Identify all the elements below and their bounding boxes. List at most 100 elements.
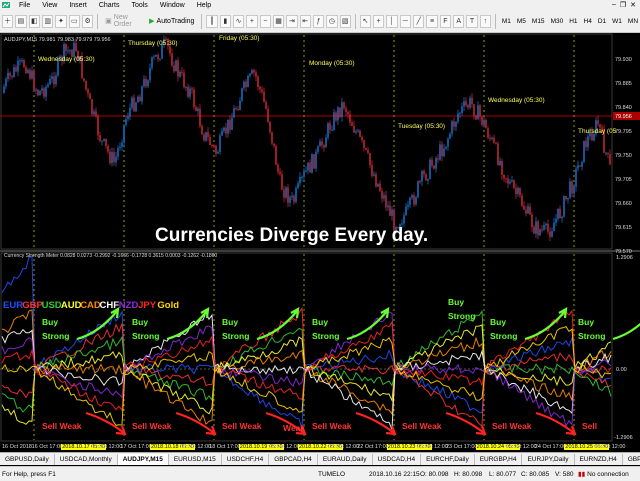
timeframe-m5[interactable]: M5: [515, 18, 528, 25]
candle-body: [21, 60, 23, 62]
candle-body: [293, 195, 295, 202]
chart-window[interactable]: AUDJPY,M15 79.981 79.983 79.979 79.956 C…: [0, 33, 640, 443]
vertical-line-icon[interactable]: │: [386, 14, 398, 28]
candle-body: [73, 42, 75, 57]
candle-body: [263, 91, 265, 102]
chart-tab[interactable]: EURGBP,H4: [475, 453, 523, 465]
connection-status[interactable]: ▮▮ No connection: [578, 470, 629, 479]
menu-tools[interactable]: Tools: [125, 2, 153, 9]
terminal-icon[interactable]: ▭: [68, 14, 80, 28]
cursor-icon[interactable]: ↖: [359, 14, 372, 28]
text-icon[interactable]: A: [453, 14, 465, 28]
zoom-out-icon[interactable]: −: [259, 14, 271, 28]
legend-usd: USD: [42, 300, 62, 311]
menu-charts[interactable]: Charts: [93, 2, 126, 9]
menu-view[interactable]: View: [36, 2, 63, 9]
candle-body: [501, 160, 503, 175]
new-chart-icon[interactable]: ＋: [2, 14, 14, 28]
candle-body: [173, 65, 175, 72]
timeframe-h4[interactable]: H4: [582, 18, 594, 25]
chart-tab[interactable]: EURNZD,H4: [575, 453, 623, 465]
candle-body: [269, 121, 271, 132]
timeframe-d1[interactable]: D1: [596, 18, 608, 25]
candle-body: [391, 209, 393, 216]
chart-tab[interactable]: AUDJPY,M15: [117, 453, 169, 465]
timeframe-m1[interactable]: M1: [500, 18, 513, 25]
chart-canvas[interactable]: AUDJPY,M15 79.981 79.983 79.979 79.956 C…: [0, 33, 640, 443]
candle-body: [219, 135, 221, 153]
menu-bar: File View Insert Charts Tools Window Hel…: [0, 0, 640, 10]
candle-body: [227, 119, 229, 134]
restore-icon[interactable]: ❐: [620, 1, 626, 9]
candle-body: [131, 97, 133, 108]
crosshair-icon[interactable]: +: [373, 14, 385, 28]
chart-tab[interactable]: EURAUD,Daily: [318, 453, 373, 465]
menu-insert[interactable]: Insert: [63, 2, 93, 9]
menu-help[interactable]: Help: [191, 2, 217, 9]
candle-body: [215, 145, 217, 154]
candle-body: [499, 160, 501, 165]
tile-windows-icon[interactable]: ▦: [272, 14, 285, 28]
profiles-icon[interactable]: ▤: [15, 14, 27, 28]
menu-file[interactable]: File: [13, 2, 36, 9]
menu-window[interactable]: Window: [154, 2, 191, 9]
chart-tab[interactable]: USDCHF,H4: [222, 453, 270, 465]
headline: Currencies Diverge Every day.: [155, 225, 428, 246]
candle-body: [463, 101, 465, 107]
time-axis-label: 22 Oct 12:00: [327, 444, 360, 450]
line-chart-icon[interactable]: ∿: [232, 14, 245, 28]
zoom-in-icon[interactable]: +: [246, 14, 258, 28]
timeframe-m30[interactable]: M30: [549, 18, 566, 25]
autotrading-button[interactable]: ▶ AutoTrading: [146, 14, 197, 28]
candle-body: [123, 124, 125, 143]
bar-chart-icon[interactable]: ┃: [206, 14, 218, 28]
chart-shift-icon[interactable]: ⇤: [299, 14, 311, 28]
chart-tab[interactable]: USDCAD,Monthly: [55, 453, 118, 465]
chart-tab[interactable]: EURCHF,Daily: [421, 453, 475, 465]
timeframe-mn[interactable]: MN: [626, 18, 640, 25]
chart-tab[interactable]: GBPUSD,Daily: [0, 453, 55, 465]
candle-body: [433, 165, 435, 169]
chart-tab[interactable]: EURUSD,M15: [169, 453, 222, 465]
timeframe-h1[interactable]: H1: [567, 18, 579, 25]
candlestick-icon[interactable]: ▮: [219, 14, 231, 28]
candle-body: [587, 136, 589, 148]
new-order-button[interactable]: ▣ New Order: [102, 14, 144, 28]
timeframe-w1[interactable]: W1: [610, 18, 624, 25]
candle-body: [417, 181, 419, 198]
navigator-icon[interactable]: ✦: [55, 14, 67, 28]
candle-body: [527, 206, 529, 214]
indicators-icon[interactable]: ƒ: [312, 14, 325, 28]
candle-body: [573, 186, 575, 194]
candle-body: [289, 197, 291, 203]
data-window-icon[interactable]: ▥: [41, 14, 54, 28]
timeframe-m15[interactable]: M15: [530, 18, 547, 25]
close-icon[interactable]: ✕: [630, 1, 636, 9]
minimize-icon[interactable]: –: [612, 1, 616, 9]
chart-tab[interactable]: GBPCAD,H4: [623, 454, 640, 465]
label-icon[interactable]: T: [466, 14, 478, 28]
price-tick: 79.660: [615, 201, 632, 207]
chart-tab[interactable]: GBPCAD,H4: [269, 453, 318, 465]
sell-label: Sell Weak: [132, 421, 172, 431]
arrows-icon[interactable]: ↑: [479, 14, 491, 28]
chart-tab[interactable]: EURJPY,Daily: [522, 453, 575, 465]
candle-body: [175, 60, 177, 72]
horizontal-line-icon[interactable]: ─: [399, 14, 412, 28]
strategy-tester-icon[interactable]: ⚙: [81, 14, 94, 28]
period-icon[interactable]: ◷: [326, 14, 338, 28]
channel-icon[interactable]: ≡: [426, 14, 438, 28]
candle-body: [23, 60, 25, 68]
chart-tab[interactable]: USDCAD,H4: [373, 453, 422, 465]
autoscroll-icon[interactable]: ⇥: [286, 14, 298, 28]
candle-body: [373, 174, 375, 176]
candle-body: [179, 71, 181, 77]
trendline-icon[interactable]: ╱: [413, 14, 425, 28]
fibonacci-icon[interactable]: F: [439, 14, 452, 28]
templates-icon[interactable]: ▧: [339, 14, 351, 28]
market-watch-icon[interactable]: ◧: [28, 14, 40, 28]
sell-label: Sell Weak: [402, 421, 442, 431]
candle-body: [507, 178, 509, 184]
buy-label: Buy: [222, 317, 238, 327]
candle-body: [475, 115, 477, 120]
